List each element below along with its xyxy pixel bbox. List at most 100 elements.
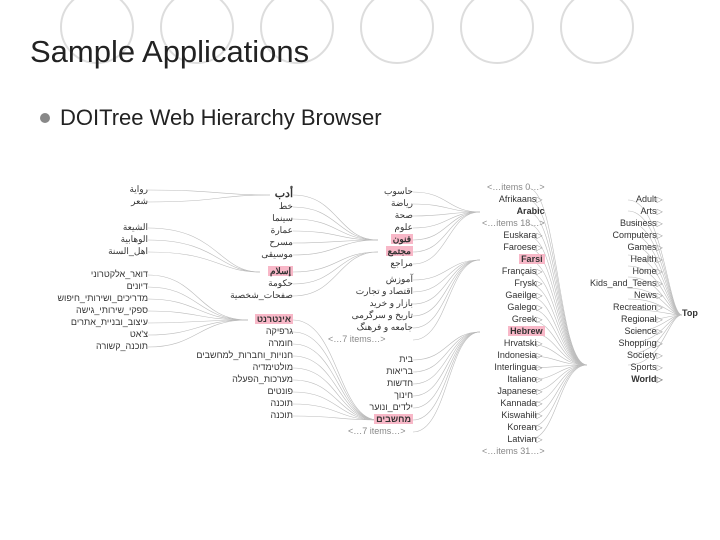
- tree-node[interactable]: תוכנה: [158, 398, 293, 409]
- tree-node[interactable]: ▷Home: [590, 266, 665, 277]
- tree-node[interactable]: ▷Recreation: [590, 302, 665, 313]
- node-hebrew[interactable]: Hebrew: [508, 326, 545, 336]
- node-arabic[interactable]: Arabic: [482, 206, 545, 217]
- tree-node[interactable]: ספקי_שירותי_גישה: [28, 305, 148, 316]
- tree-node[interactable]: בית: [348, 354, 413, 365]
- tree-node[interactable]: مراجع: [358, 258, 413, 269]
- tree-node[interactable]: خط: [253, 201, 293, 212]
- more-items[interactable]: <…7 items…>: [328, 334, 413, 345]
- tree-node[interactable]: حكومة: [223, 278, 293, 289]
- tree-node[interactable]: صفحات_شخصية: [223, 290, 293, 301]
- node-farsi[interactable]: Farsi: [519, 254, 545, 264]
- tree-node[interactable]: חנויות_וחברות_למחשבים: [158, 350, 293, 361]
- tree-node[interactable]: צ'אט: [28, 329, 148, 340]
- more-items[interactable]: <…0 items…>: [482, 182, 545, 193]
- col-arabic-arts: أدب خط سينما عمارة مسرح موسيقى: [253, 189, 293, 260]
- tree-node[interactable]: سينما: [253, 213, 293, 224]
- tree-node[interactable]: آموزش: [328, 274, 413, 285]
- tree-node[interactable]: מערכות_הפעלה: [158, 374, 293, 385]
- tree-node[interactable]: תוכנה_קשורה: [28, 341, 148, 352]
- tree-node[interactable]: חומרה: [158, 338, 293, 349]
- tree-node[interactable]: ▷Euskara: [482, 230, 545, 241]
- tree-node[interactable]: ▷Health: [590, 254, 665, 265]
- tree-node[interactable]: جامعه و فرهنگ: [328, 322, 413, 333]
- node-root[interactable]: Top: [682, 308, 698, 319]
- tree-node[interactable]: ▷Sports: [590, 362, 665, 373]
- tree-node[interactable]: الشيعة: [96, 222, 148, 233]
- tree-node[interactable]: פונטים: [158, 386, 293, 397]
- tree-node[interactable]: بازار و خرید: [328, 298, 413, 309]
- tree-node[interactable]: رواية: [108, 184, 148, 195]
- tree-node[interactable]: موسيقى: [253, 249, 293, 260]
- tree-node[interactable]: علوم: [358, 222, 413, 233]
- doitree-diagram: Top ▷Adult ▷Arts ▷Business ▷Computers ▷G…: [28, 180, 708, 510]
- tree-node[interactable]: حاسوب: [358, 186, 413, 197]
- tree-node[interactable]: ▷Italiano: [482, 374, 545, 385]
- tree-node[interactable]: ▷Kiswahili: [482, 410, 545, 421]
- page-title: Sample Applications: [30, 34, 309, 70]
- tree-node[interactable]: ▷Regional: [590, 314, 665, 325]
- tree-node[interactable]: דיונים: [28, 281, 148, 292]
- tree-node[interactable]: الوهابية: [96, 234, 148, 245]
- node-islam[interactable]: إسلام: [268, 266, 293, 276]
- tree-node[interactable]: תוכנה: [158, 410, 293, 421]
- more-items[interactable]: <…31 items…>: [482, 446, 545, 457]
- tree-node[interactable]: صحة: [358, 210, 413, 221]
- tree-node[interactable]: رياضة: [358, 198, 413, 209]
- tree-node[interactable]: חדשות: [348, 378, 413, 389]
- tree-node[interactable]: ▷Afrikaans: [482, 194, 545, 205]
- tree-node[interactable]: ▷Interlingua: [482, 362, 545, 373]
- tree-node[interactable]: ▷Latvian: [482, 434, 545, 445]
- tree-node[interactable]: ▷Frysk: [482, 278, 545, 289]
- node-computers[interactable]: מחשבים: [374, 414, 413, 424]
- tree-node[interactable]: ▷Kids_and_Teens: [590, 278, 665, 289]
- tree-node[interactable]: ▷News: [590, 290, 665, 301]
- tree-node[interactable]: عمارة: [253, 225, 293, 236]
- tree-node[interactable]: تاریخ و سرگرمی: [328, 310, 413, 321]
- tree-node[interactable]: מולטימדיה: [158, 362, 293, 373]
- node-literature[interactable]: أدب: [253, 189, 293, 200]
- col-farsi-children: آموزش اقتصاد و تجارت بازار و خرید تاریخ …: [328, 274, 413, 345]
- tree-node[interactable]: גרפיקה: [158, 326, 293, 337]
- node-internet[interactable]: אינטרנט: [255, 314, 293, 324]
- tree-node[interactable]: עיצוב_ובניית_אתרים: [28, 317, 148, 328]
- tree-node[interactable]: مسرح: [253, 237, 293, 248]
- tree-node[interactable]: ▷Shopping: [590, 338, 665, 349]
- tree-node[interactable]: ▷Society: [590, 350, 665, 361]
- col-hebrew-children: בית בריאות חדשות חינוך ילדים_ונוער מחשבי…: [348, 354, 413, 437]
- tree-node[interactable]: ▷Greek: [482, 314, 545, 325]
- tree-node[interactable]: חינוך: [348, 390, 413, 401]
- tree-node[interactable]: ▷Faroese: [482, 242, 545, 253]
- tree-node[interactable]: דואר_אלקטרוני: [28, 269, 148, 280]
- tree-node[interactable]: ▷Français: [482, 266, 545, 277]
- tree-node[interactable]: شعر: [108, 196, 148, 207]
- tree-node[interactable]: ▷Kannada: [482, 398, 545, 409]
- tree-node[interactable]: ▷Science: [590, 326, 665, 337]
- tree-node[interactable]: ▷Galego: [482, 302, 545, 313]
- tree-node[interactable]: בריאות: [348, 366, 413, 377]
- decor-circle: [360, 0, 434, 64]
- node-world[interactable]: ▷World: [590, 374, 665, 385]
- tree-node[interactable]: ילדים_ונוער: [348, 402, 413, 413]
- tree-node[interactable]: اهل_السنة: [96, 246, 148, 257]
- tree-node[interactable]: ▷Business: [590, 218, 665, 229]
- subtitle-row: DOITree Web Hierarchy Browser: [40, 105, 382, 131]
- node-society[interactable]: مجتمع: [386, 246, 413, 256]
- tree-node[interactable]: اقتصاد و تجارت: [328, 286, 413, 297]
- tree-node[interactable]: ▷Gaeilge: [482, 290, 545, 301]
- tree-node[interactable]: ▷Games: [590, 242, 665, 253]
- tree-node[interactable]: ▷Adult: [590, 194, 665, 205]
- tree-node[interactable]: ▷Computers: [590, 230, 665, 241]
- tree-node[interactable]: ▷Arts: [590, 206, 665, 217]
- node-arts[interactable]: فنون: [391, 234, 413, 244]
- col-arabic-society: إسلام حكومة صفحات_شخصية: [223, 266, 293, 301]
- decor-circle: [560, 0, 634, 64]
- tree-node[interactable]: ▷Hrvatski: [482, 338, 545, 349]
- tree-node[interactable]: ▷Korean: [482, 422, 545, 433]
- more-items[interactable]: <…7 items…>: [348, 426, 413, 437]
- tree-node[interactable]: מדריכים_ושירותי_חיפוש: [28, 293, 148, 304]
- tree-node[interactable]: ▷Indonesia: [482, 350, 545, 361]
- tree-node[interactable]: ▷Japanese: [482, 386, 545, 397]
- more-items[interactable]: <…18 items…>: [482, 218, 545, 229]
- col-arabic-lit: رواية شعر: [108, 184, 148, 207]
